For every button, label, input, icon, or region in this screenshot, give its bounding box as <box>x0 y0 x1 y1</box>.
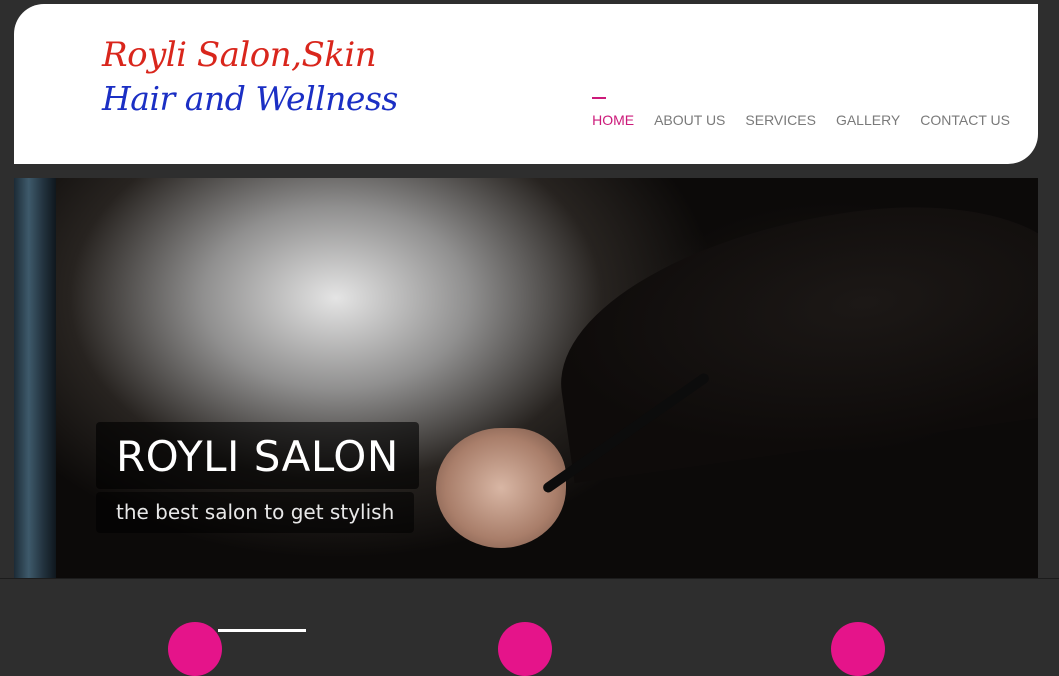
logo-line-2: Hair and Wellness <box>102 79 398 118</box>
nav-gallery[interactable]: GALLERY <box>836 112 900 128</box>
nav-home[interactable]: HOME <box>592 97 634 128</box>
hero-slider[interactable]: ROYLI SALON the best salon to get stylis… <box>14 178 1038 578</box>
feature-icon-circle <box>498 622 552 676</box>
site-header: Royli Salon,Skin Hair and Wellness HOME … <box>14 4 1038 164</box>
nav-about-us[interactable]: ABOUT US <box>654 112 725 128</box>
feature-icon-circle <box>168 622 222 676</box>
features-section <box>0 578 1059 676</box>
nav-services[interactable]: SERVICES <box>745 112 816 128</box>
logo-line-1: Royli Salon,Skin <box>102 35 377 75</box>
hero-subtitle: the best salon to get stylish <box>96 492 415 533</box>
feature-icon-circle <box>831 622 885 676</box>
nav-contact-us[interactable]: CONTACT US <box>920 112 1010 128</box>
main-nav: HOME ABOUT US SERVICES GALLERY CONTACT U… <box>592 97 1010 128</box>
site-logo[interactable]: Royli Salon,Skin Hair and Wellness <box>102 38 398 115</box>
previous-slide-edge <box>14 178 56 578</box>
hero-title: ROYLI SALON <box>96 422 419 489</box>
